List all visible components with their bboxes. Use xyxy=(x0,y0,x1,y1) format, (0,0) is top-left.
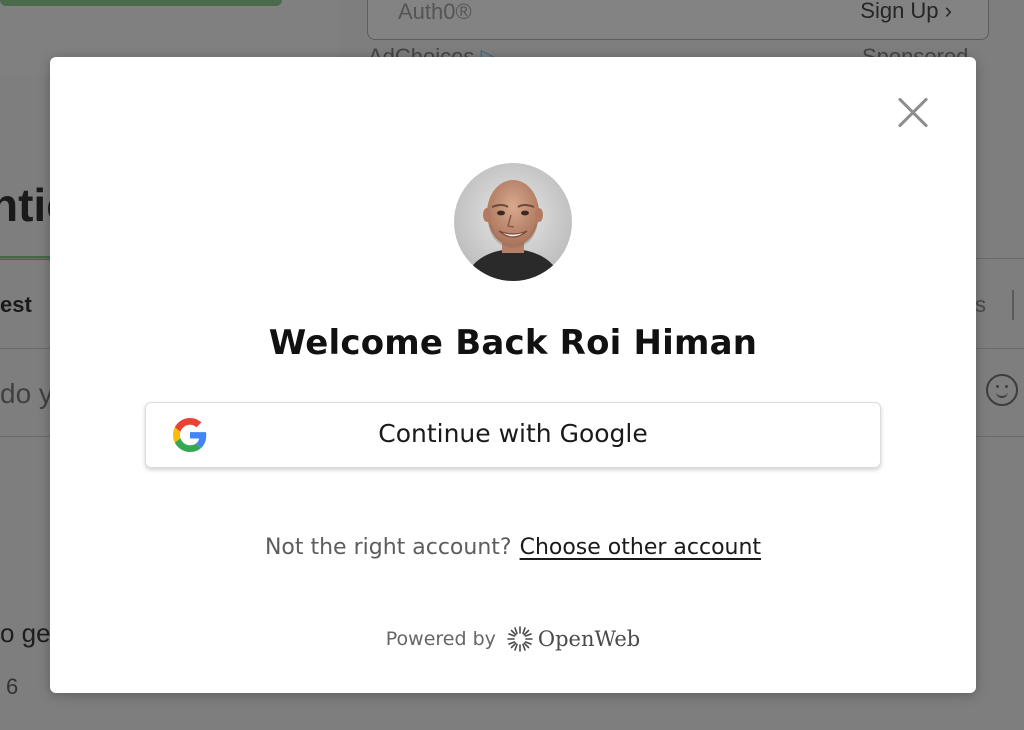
avatar-image xyxy=(454,163,572,281)
google-button-label: Continue with Google xyxy=(378,419,648,448)
welcome-title: Welcome Back Roi Himan xyxy=(268,323,758,363)
powered-by-text: Powered by xyxy=(385,628,496,650)
openweb-logo[interactable]: OpenWeb xyxy=(506,625,640,653)
bg-comment-input-placeholder: do y xyxy=(0,378,53,409)
bg-sign-up-link: Sign Up › xyxy=(860,0,952,23)
bg-auth-banner: Auth0® Sign Up › xyxy=(367,0,989,40)
avatar xyxy=(454,163,572,281)
bg-auth-provider: Auth0® xyxy=(398,0,472,24)
login-modal: Welcome Back Roi Himan Continue with Goo… xyxy=(50,57,976,693)
bg-tab-label: est xyxy=(0,292,32,317)
bg-tab-separator xyxy=(1012,290,1014,320)
bg-progress-bar xyxy=(0,0,282,6)
bg-tab-right-label: s xyxy=(975,292,986,317)
choose-other-account-link[interactable]: Choose other account xyxy=(520,535,761,560)
account-switch-row: Not the right account? Choose other accou… xyxy=(50,535,976,560)
continue-with-google-button[interactable]: Continue with Google xyxy=(145,402,881,468)
close-icon[interactable] xyxy=(896,95,930,129)
brand-name: OpenWeb xyxy=(537,627,641,651)
powered-by-footer: Powered by OpenWeb xyxy=(50,625,976,653)
bg-reply-count: 6 xyxy=(6,674,19,699)
bg-comment-text: o ge xyxy=(0,618,51,648)
openweb-icon xyxy=(507,626,533,652)
not-right-account-text: Not the right account? xyxy=(264,535,512,560)
emoji-icon xyxy=(986,374,1018,406)
